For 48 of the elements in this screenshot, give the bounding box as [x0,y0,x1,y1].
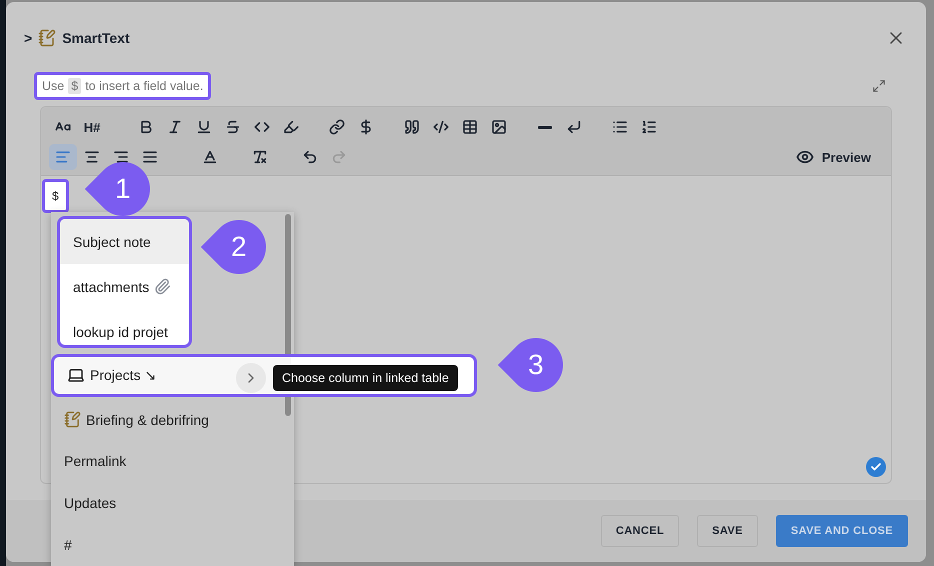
notepad-icon [64,411,81,428]
align-center-icon [84,149,100,165]
italic-icon [167,119,183,135]
tooltip: Choose column in linked table [273,364,458,390]
code-icon [254,119,270,135]
expand-button[interactable] [872,79,886,93]
text-color-icon [202,149,218,165]
notepad-icon [38,29,56,47]
eye-icon [796,148,814,166]
underline-icon [196,119,212,135]
align-right-icon [113,149,129,165]
bold-icon [138,119,154,135]
undo-icon [302,149,318,165]
menu-item[interactable]: Briefing & debrifring [51,398,294,441]
dollar-icon [358,119,374,135]
dialog-title: SmartText [62,30,130,46]
laptop-icon [67,366,85,384]
bullet-list-icon [612,119,628,135]
preview-button[interactable]: Preview [796,148,881,166]
numbered-list-icon [641,119,657,135]
clear-format-icon [252,149,268,165]
highlighter-icon [283,119,299,135]
menu-item[interactable]: Permalink [51,440,294,482]
expand-icon [872,79,886,93]
menu-item[interactable]: Updates [51,482,294,524]
check-icon [866,457,886,477]
redo-icon [331,149,347,165]
menu-item[interactable]: lookup id projet [60,309,189,344]
link-icon [329,119,345,135]
menu-item[interactable]: attachments [60,264,189,309]
heading-button[interactable]: H# [78,114,106,140]
image-icon [491,119,507,135]
footer-button[interactable]: SAVE [697,515,758,547]
menu-item[interactable]: Projects ↘ Choose column in linked table [51,354,477,397]
editor-text: $ [42,179,69,213]
align-justify-icon [142,149,158,165]
paperclip-icon [154,278,172,295]
code-block-icon [433,119,449,135]
line-break-icon [566,119,582,135]
menu-item[interactable]: # [51,524,294,566]
strikethrough-icon [225,119,241,135]
align-left-icon [55,149,71,165]
field-hint: Use $ to insert a field value. [34,72,212,100]
footer-button[interactable]: CANCEL [600,515,680,547]
menu-item[interactable]: Subject note [60,219,189,264]
quote-icon [404,119,420,135]
table-icon [462,119,478,135]
breadcrumb-caret: > [24,30,32,46]
